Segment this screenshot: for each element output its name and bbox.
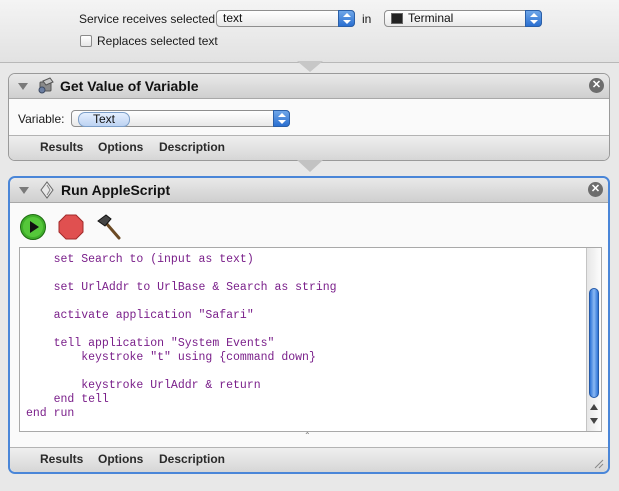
replaces-selected-text-label: Replaces selected text <box>97 34 218 48</box>
code-line[interactable]: tell application "System Events" <box>26 337 275 350</box>
code-line[interactable]: set UrlAddr to UrlBase & Search as strin… <box>26 281 337 294</box>
variable-popup[interactable]: Text <box>71 110 290 127</box>
tab-description[interactable]: Description <box>159 140 225 154</box>
get-value-of-variable-action[interactable]: Get Value of Variable ✕ Variable: Text R… <box>8 73 610 161</box>
action-title: Run AppleScript <box>61 182 171 198</box>
code-line[interactable]: end tell <box>26 393 109 406</box>
application-value: Terminal <box>408 11 454 25</box>
code-line[interactable]: keystroke "t" using {command down} <box>26 351 316 364</box>
application-popup[interactable]: Terminal <box>384 10 542 27</box>
replaces-selected-text-checkbox[interactable] <box>80 35 92 47</box>
resize-corner-icon[interactable] <box>592 457 604 469</box>
scroll-thumb[interactable] <box>589 288 599 398</box>
code-line[interactable]: set Search to (input as text) <box>26 253 254 266</box>
in-label: in <box>362 12 372 26</box>
terminal-icon <box>391 13 403 24</box>
tab-results[interactable]: Results <box>40 452 83 466</box>
hammer-icon[interactable] <box>94 213 122 241</box>
service-receives-label: Service receives selected <box>79 12 216 26</box>
service-header: Service receives selected text in Termin… <box>0 0 619 63</box>
action-titlebar[interactable]: Get Value of Variable ✕ <box>9 74 609 99</box>
popup-arrows-icon <box>338 10 355 27</box>
close-icon[interactable]: ✕ <box>588 182 603 197</box>
scroll-up-arrow-icon[interactable] <box>590 404 598 410</box>
disclosure-triangle-icon[interactable] <box>19 187 29 194</box>
popup-arrows-icon <box>525 10 542 27</box>
tab-options[interactable]: Options <box>98 452 143 466</box>
code-line[interactable]: end run <box>26 407 74 420</box>
code-line[interactable]: activate application "Safari" <box>26 309 254 322</box>
flow-connector <box>297 160 323 172</box>
action-footer: Results Options Description <box>9 135 609 160</box>
disclosure-triangle-icon[interactable] <box>18 83 28 90</box>
code-line[interactable]: keystroke UrlAddr & return <box>26 379 260 392</box>
run-applescript-action[interactable]: Run AppleScript ✕ set Search to (input a… <box>8 176 610 474</box>
script-editor[interactable]: set Search to (input as text) set UrlAdd… <box>19 247 602 432</box>
input-type-value: text <box>223 11 243 25</box>
tab-results[interactable]: Results <box>40 140 83 154</box>
variable-icon <box>38 77 54 94</box>
input-type-popup[interactable]: text <box>216 10 355 27</box>
run-button-icon[interactable] <box>19 213 47 241</box>
variable-token: Text <box>78 112 131 127</box>
action-titlebar[interactable]: Run AppleScript ✕ <box>10 178 608 203</box>
flow-connector <box>297 61 323 72</box>
stop-button-icon[interactable] <box>57 213 85 241</box>
editor-scrollbar[interactable] <box>586 248 601 431</box>
tab-description[interactable]: Description <box>159 452 225 466</box>
script-code[interactable]: set Search to (input as text) set UrlAdd… <box>26 253 337 421</box>
resize-grip-icon[interactable]: ⌃ <box>304 431 311 440</box>
applescript-icon <box>40 181 54 199</box>
close-icon[interactable]: ✕ <box>589 78 604 93</box>
action-footer: Results Options Description <box>10 447 608 472</box>
tab-options[interactable]: Options <box>98 140 143 154</box>
popup-arrows-icon <box>273 110 290 127</box>
scroll-down-arrow-icon[interactable] <box>590 418 598 424</box>
action-title: Get Value of Variable <box>60 78 199 94</box>
variable-label: Variable: <box>18 112 65 126</box>
